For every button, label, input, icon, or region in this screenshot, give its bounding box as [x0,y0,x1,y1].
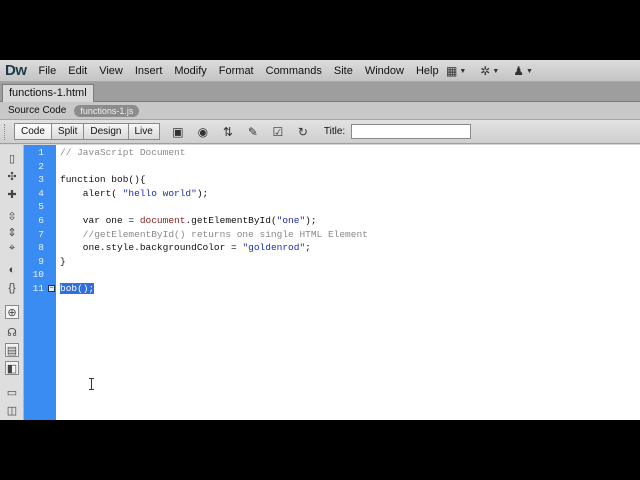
line-number: 11 [32,283,44,294]
split-view-button[interactable]: Split [50,123,85,140]
app-logo: Dw [5,62,27,79]
line-number: 10 [32,269,44,281]
coding-toolbar: ▯ ✣ ✚ ⇳ ⇕ ⌖ ◐ {} ⊕ ☊ ▤ ◧ ▭ ◫ [0,145,24,420]
line-number-gutter: 1 2 3 4 5 6 7 8 9 10 11 − [24,145,56,420]
title-label: Title: [323,126,346,137]
menu-help[interactable]: Help [410,60,445,82]
menu-file[interactable]: File [33,60,63,82]
menu-edit[interactable]: Edit [62,60,93,82]
selected-text: bob(); [60,283,95,294]
live-view-button[interactable]: Live [127,123,160,140]
menu-modify[interactable]: Modify [168,60,212,82]
code-token: var one = [60,215,140,226]
line-number: 6 [38,215,44,226]
menu-bar: Dw File Edit View Insert Modify Format C… [0,60,640,82]
preview-browser-icon[interactable]: ◉ [194,124,212,140]
code-line-6: var one = document.getElementById("one")… [60,214,317,228]
line-numbers-icon[interactable]: {} [5,281,19,295]
toolbar-grip [4,123,10,140]
line-number: 7 [38,228,44,240]
refresh-icon[interactable]: ↻ [294,124,312,140]
code-string: "one" [276,215,306,226]
document-tab[interactable]: functions-1.html [2,84,94,102]
menu-format[interactable]: Format [213,60,260,82]
code-line-4: alert( "hello world"); [60,187,208,201]
balance-braces-icon[interactable]: ◐ [5,263,19,277]
line-number: 5 [38,201,44,213]
code-string: "hello world" [122,187,197,199]
layout-icon[interactable]: ▦ ▼ [446,64,466,78]
line-number: 1 [38,147,44,158]
document-tab-bar: functions-1.html [0,82,640,102]
code-line-1: // JavaScript Document [60,147,186,158]
apply-comment-icon[interactable]: ▤ [5,343,19,357]
code-line-3: function bob(){ [60,174,146,186]
multiscreen-icon[interactable]: ▣ [169,124,187,140]
file-management-icon[interactable]: ⇅ [219,124,237,140]
show-code-navigator-icon[interactable]: ✣ [5,169,19,183]
code-line-9: } [60,255,66,267]
code-token: ); [305,215,317,226]
code-editor[interactable]: // JavaScript Document function bob(){ a… [56,145,640,420]
video-letterbox-bottom [0,420,640,480]
collapse-selection-icon[interactable]: ⇳ [5,209,19,223]
line-number: 2 [38,160,44,172]
code-token: document [139,215,186,226]
menu-window[interactable]: Window [359,60,410,82]
remove-comment-icon[interactable]: ◧ [5,361,19,375]
code-token: ; [305,242,311,254]
menu-insert[interactable]: Insert [129,60,169,82]
line-number: 8 [38,242,44,254]
design-view-button[interactable]: Design [83,123,129,140]
open-documents-icon[interactable]: ▯ [5,151,19,165]
code-line-11: bob(); [60,282,95,296]
video-letterbox-top [0,0,640,60]
collapse-tag-icon[interactable]: ✚ [5,187,19,201]
line-number: 4 [38,187,44,199]
expand-all-icon[interactable]: ⇕ [5,225,19,239]
code-line-7: //getElementById() returns one single HT… [60,228,368,240]
related-files-bar: Source Code functions-1.js [0,102,640,120]
code-token: alert( [60,187,123,199]
code-line-8: one.style.backgroundColor = "goldenrod"; [60,241,311,255]
code-token: .getElementById( [185,215,277,226]
recent-snippets-icon[interactable]: ◫ [5,403,19,417]
menu-view[interactable]: View [93,60,129,82]
menu-commands[interactable]: Commands [260,60,328,82]
collapse-selection-icon[interactable]: − [48,285,55,292]
code-token: one.style.backgroundColor = [60,242,243,254]
text-cursor-icon [89,378,94,390]
user-icon[interactable]: ♟ ▼ [513,64,533,78]
document-toolbar: Code Split Design Live ▣ ◉ ⇅ ✎ ☑ ↻ Title… [0,120,640,144]
line-number: 9 [38,255,44,267]
dreamweaver-window: Dw File Edit View Insert Modify Format C… [0,60,640,420]
check-browser-icon[interactable]: ✎ [244,124,262,140]
select-parent-tag-icon[interactable]: ⌖ [5,241,19,255]
title-input[interactable] [351,124,472,139]
syntax-error-alerts-icon[interactable]: ☊ [5,325,19,339]
related-file-chip[interactable]: functions-1.js [74,104,140,117]
line-number: 3 [38,174,44,186]
wrap-tag-icon[interactable]: ▭ [5,385,19,399]
gear-icon[interactable]: ✲ ▼ [480,64,499,78]
menu-site[interactable]: Site [328,60,359,82]
source-code-link[interactable]: Source Code [0,105,74,116]
code-token: ); [196,187,209,199]
code-string: "goldenrod" [242,242,306,254]
code-view-button[interactable]: Code [14,123,52,140]
highlight-invalid-code-icon[interactable]: ⊕ [5,305,19,319]
validate-icon[interactable]: ☑ [269,124,287,140]
